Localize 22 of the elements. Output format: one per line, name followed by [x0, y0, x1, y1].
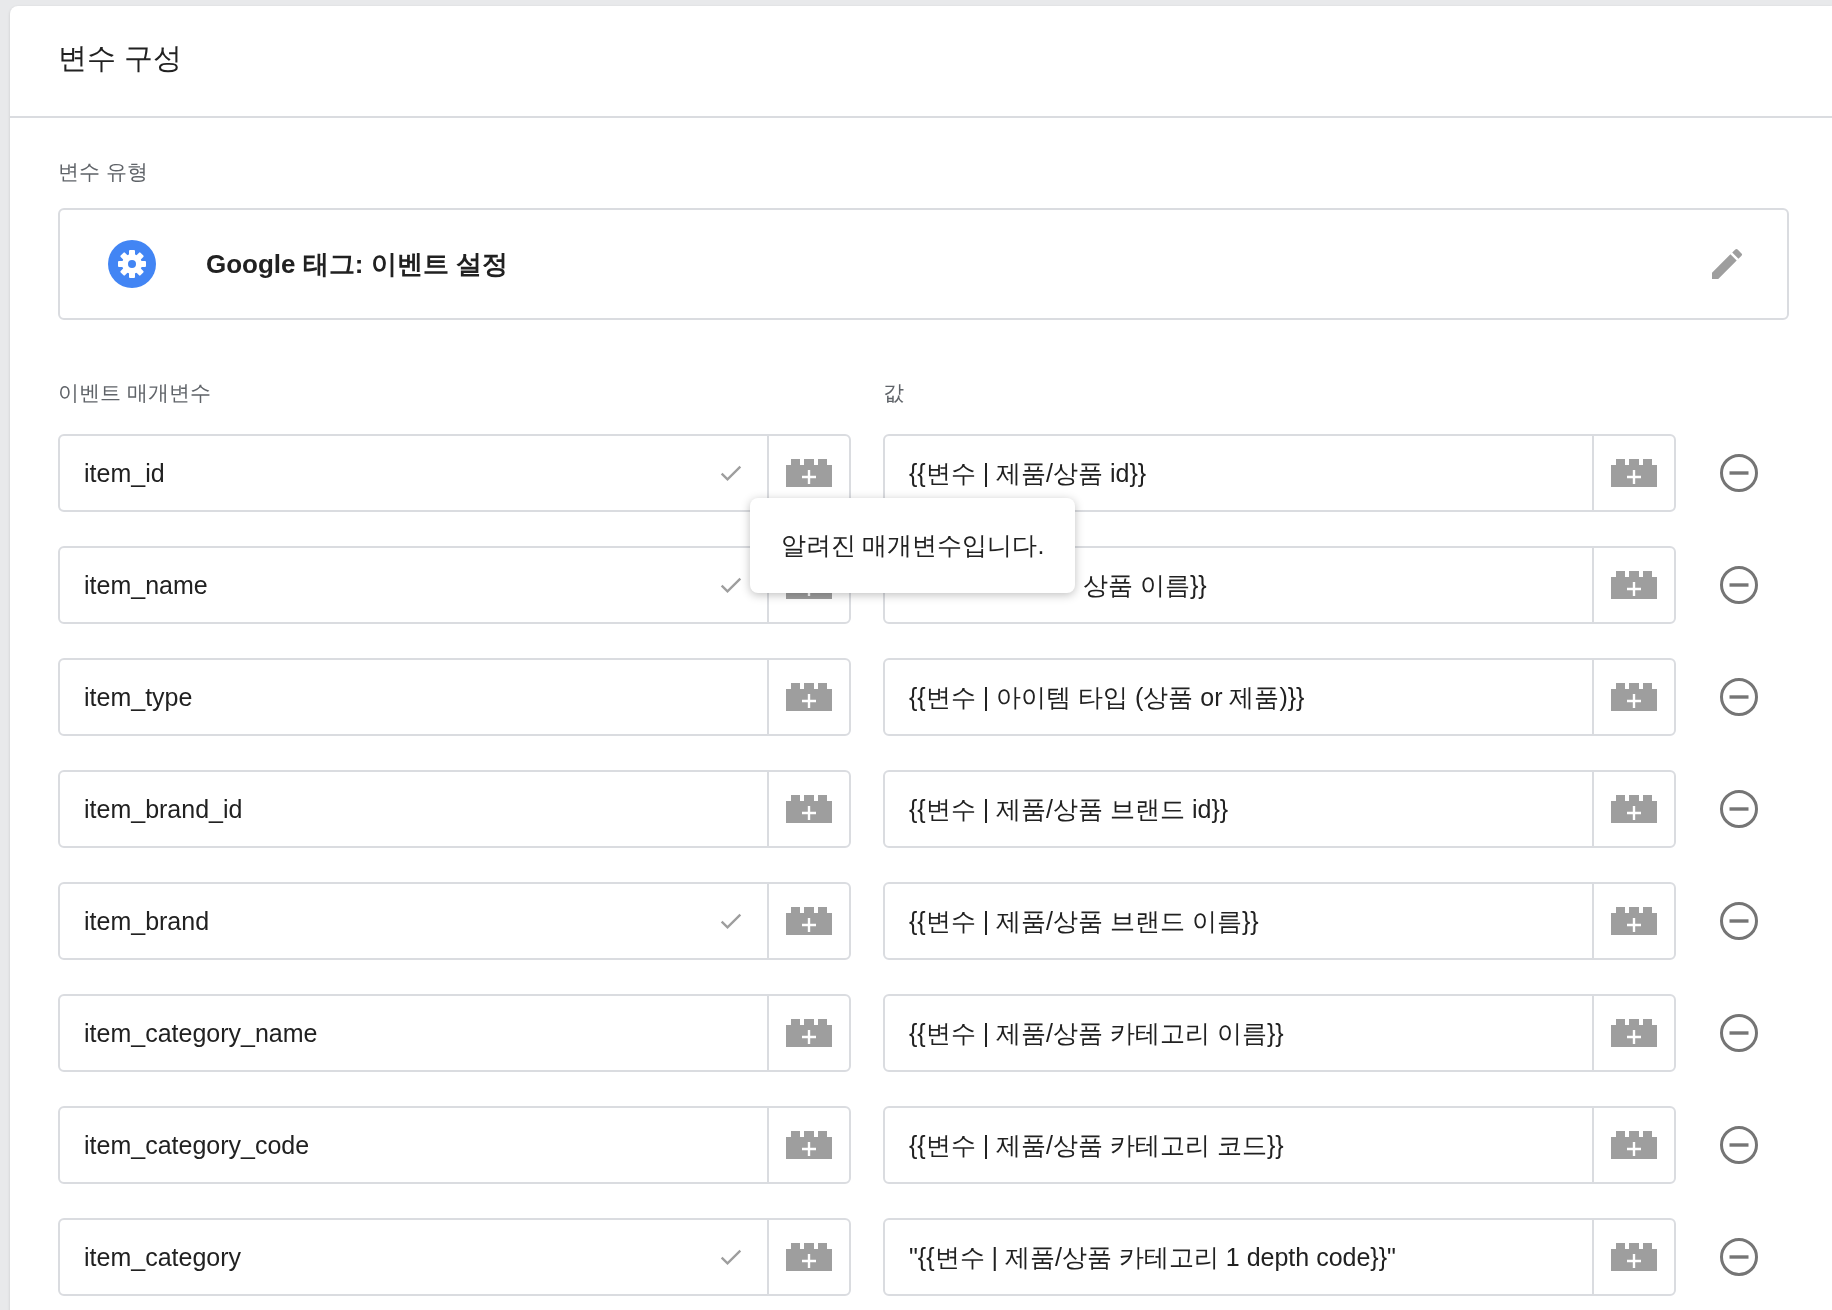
parameter-value: {{변수 | 제품/상품 브랜드 이름}}: [908, 905, 1260, 937]
parameter-value: {{변수 | 제품/상품 id}}: [908, 457, 1148, 489]
section-label: 변수 유형: [58, 159, 149, 185]
parameter-value: 상품 이름}}: [1082, 569, 1208, 601]
parameter-name: item_type: [83, 682, 194, 712]
parameter-name: item_id: [83, 458, 166, 488]
parameter-value: {{변수 | 아이템 타입 (상품 or 제품)}}: [908, 681, 1306, 713]
parameter-name: item_category: [83, 1242, 243, 1272]
variable-type-name: Google 태그: 이벤트 설정: [206, 247, 509, 281]
parameter-value: "{{변수 | 제품/상품 카테고리 1 depth code}}": [908, 1241, 1397, 1273]
tooltip: 알려진 매개변수입니다.: [750, 498, 1075, 593]
parameter-value: {{변수 | 제품/상품 카테고리 이름}}: [908, 1017, 1285, 1049]
column-header: 이벤트 매개변수: [58, 380, 212, 406]
parameter-name: item_brand: [83, 906, 211, 936]
parameter-name: item_brand_id: [83, 794, 244, 824]
parameter-name: item_name: [83, 570, 209, 600]
parameter-value: {{변수 | 제품/상품 카테고리 코드}}: [908, 1129, 1285, 1161]
panel-title: 변수 구성: [58, 41, 183, 76]
parameter-name: item_category_code: [83, 1130, 311, 1160]
column-header: 값: [883, 380, 904, 406]
parameter-name: item_category_name: [83, 1018, 319, 1048]
parameter-value: {{변수 | 제품/상품 브랜드 id}}: [908, 793, 1230, 825]
